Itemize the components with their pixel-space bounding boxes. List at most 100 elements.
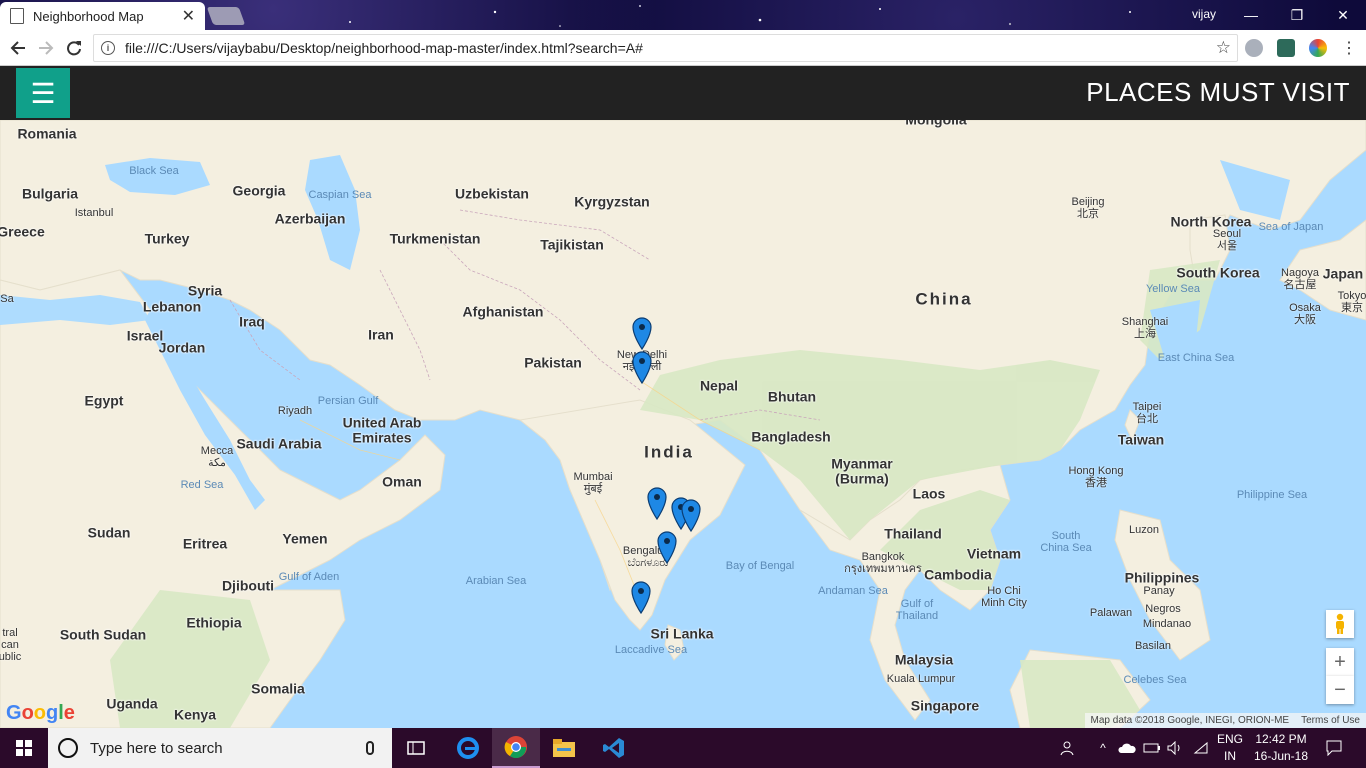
country-label: Azerbaijan <box>274 210 346 227</box>
file-explorer-icon[interactable] <box>540 728 588 768</box>
task-view-icon[interactable] <box>392 728 440 768</box>
country-label: Egypt <box>84 392 124 409</box>
country-label: Afghanistan <box>462 303 544 320</box>
country-label: South Sudan <box>59 626 147 643</box>
sea-label: Laccadive Sea <box>614 643 688 656</box>
url-text[interactable]: file:///C:/Users/vijaybabu/Desktop/neigh… <box>125 40 1216 56</box>
country-label: Tajikistan <box>540 236 604 253</box>
menu-kebab-icon[interactable]: ⋮ <box>1337 36 1361 60</box>
people-icon[interactable] <box>1056 728 1080 768</box>
country-label: Sudan <box>87 524 131 541</box>
battery-icon[interactable] <box>1141 728 1163 768</box>
map-marker[interactable] <box>656 530 678 564</box>
country-label: Uganda <box>106 695 158 712</box>
microphone-icon[interactable] <box>366 741 374 755</box>
zoom-in-button[interactable]: + <box>1326 648 1354 676</box>
windows-taskbar: Type here to search ^ ENG IN 12:42 PM 16… <box>0 728 1366 768</box>
chrome-taskbar-icon[interactable] <box>492 728 540 768</box>
vscode-icon[interactable] <box>590 728 638 768</box>
country-label: Mongolia <box>905 120 966 128</box>
country-label: China <box>915 289 973 309</box>
city-label: tral can ublic <box>0 626 22 664</box>
onedrive-cloud-icon[interactable] <box>1116 728 1138 768</box>
map-marker[interactable] <box>630 580 652 614</box>
sea-label: Black Sea <box>129 164 179 177</box>
info-icon[interactable]: i <box>101 41 115 55</box>
city-label: Osaka 大阪 <box>1289 301 1321 326</box>
country-label: Laos <box>912 485 946 502</box>
attribution-text: Map data ©2018 Google, INEGI, ORION-ME <box>1090 715 1290 726</box>
google-map[interactable]: Romania Bulgaria Greece Turkey Georgia Azerba… <box>0 120 1366 728</box>
city-label: Taipei 台北 <box>1132 400 1162 425</box>
zoom-out-button[interactable]: − <box>1326 676 1354 704</box>
city-label: Hong Kong 香港 <box>1068 464 1124 489</box>
extension-cloud-icon[interactable] <box>1245 39 1263 57</box>
action-center-icon[interactable] <box>1322 728 1346 768</box>
map-attribution: Map data ©2018 Google, INEGI, ORION-ME T… <box>1084 713 1366 728</box>
lang-code: ENG <box>1216 732 1243 746</box>
window-close-button[interactable]: ✕ <box>1320 0 1366 30</box>
sea-label: East China Sea <box>1157 351 1235 364</box>
browser-tabstrip: Neighborhood Map ✕ vijay — ❐ ✕ <box>0 0 1366 30</box>
search-placeholder: Type here to search <box>90 739 223 757</box>
country-label: Philippines <box>1124 569 1200 586</box>
city-label: Negros <box>1145 602 1181 615</box>
country-label: Lebanon <box>142 298 202 315</box>
country-label: Bangladesh <box>751 428 831 445</box>
hamburger-menu-button[interactable]: ☰ <box>16 68 70 118</box>
street-view-pegman-icon[interactable] <box>1326 610 1354 638</box>
windows-start-icon[interactable] <box>0 728 48 768</box>
country-label: Turkmenistan <box>389 230 481 247</box>
map-marker[interactable] <box>631 350 653 384</box>
chevron-up-icon[interactable]: ^ <box>1094 728 1112 768</box>
sea-label: Red Sea <box>180 478 224 491</box>
city-label: Sa <box>0 292 14 305</box>
cortana-icon <box>58 738 78 758</box>
back-icon[interactable] <box>6 36 30 60</box>
clock-time: 12:42 PM <box>1255 732 1307 746</box>
sea-label: Caspian Sea <box>308 188 372 201</box>
city-label: Mecca مكة <box>200 444 234 469</box>
city-label: Riyadh <box>277 404 313 417</box>
country-label: Turkey <box>144 230 190 247</box>
country-label: Singapore <box>910 697 980 714</box>
edge-browser-icon[interactable] <box>444 728 492 768</box>
address-bar[interactable]: i file:///C:/Users/vijaybabu/Desktop/nei… <box>93 34 1238 62</box>
map-marker[interactable] <box>680 498 702 532</box>
minimize-button[interactable]: — <box>1228 0 1274 30</box>
country-label: Uzbekistan <box>455 185 529 202</box>
extension-shield-icon[interactable] <box>1277 39 1295 57</box>
city-label: Mumbai मुंबई <box>573 470 613 495</box>
wifi-icon[interactable] <box>1190 728 1212 768</box>
taskbar-search[interactable]: Type here to search <box>48 728 392 768</box>
sea-label: Bay of Bengal <box>725 559 795 572</box>
country-label: Thailand <box>884 525 942 542</box>
input-language[interactable]: ENG IN <box>1212 731 1248 765</box>
country-label: Romania <box>17 125 77 142</box>
map-marker[interactable] <box>631 316 653 350</box>
country-label: Malaysia <box>894 651 954 668</box>
tab-neighborhood-map[interactable]: Neighborhood Map ✕ <box>0 2 205 30</box>
terms-link[interactable]: Terms of Use <box>1301 715 1360 726</box>
map-marker[interactable] <box>646 486 668 520</box>
country-label: Myanmar (Burma) <box>831 455 893 487</box>
city-label: Seoul 서울 <box>1212 227 1242 252</box>
forward-icon[interactable] <box>34 36 58 60</box>
country-label: Japan <box>1322 265 1364 282</box>
system-clock[interactable]: 12:42 PM 16-Jun-18 <box>1248 731 1314 765</box>
tab-close-icon[interactable]: ✕ <box>182 6 195 26</box>
profile-name[interactable]: vijay <box>1192 7 1216 21</box>
extension-color-icon[interactable] <box>1309 39 1327 57</box>
reload-icon[interactable] <box>62 36 86 60</box>
city-label: Panay <box>1143 584 1175 597</box>
volume-icon[interactable] <box>1164 728 1186 768</box>
city-label: Kuala Lumpur <box>886 672 956 685</box>
bookmark-star-icon[interactable]: ☆ <box>1216 38 1231 58</box>
restore-button[interactable]: ❐ <box>1274 0 1320 30</box>
country-label: Sri Lanka <box>650 625 714 642</box>
country-label: Iran <box>368 326 394 343</box>
country-label: Kenya <box>173 706 217 723</box>
city-label: Tokyo 東京 <box>1337 289 1366 314</box>
new-tab-button[interactable] <box>206 7 246 25</box>
country-label: India <box>644 442 694 462</box>
